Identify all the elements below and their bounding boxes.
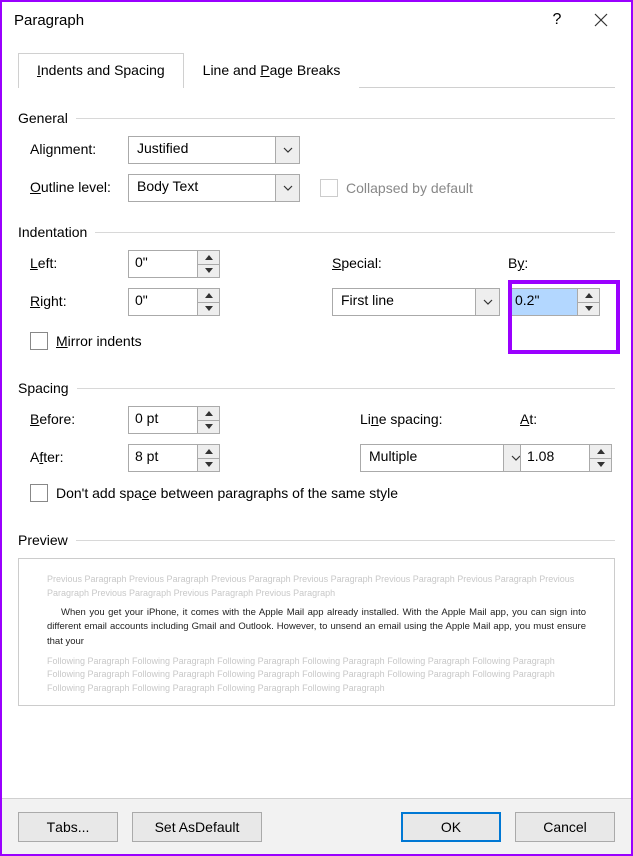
outline-level-combo[interactable]: Body Text — [128, 174, 300, 202]
spin-down-icon[interactable] — [198, 265, 219, 278]
indent-left-value: 0" — [129, 251, 197, 277]
dont-add-space-checkbox[interactable]: Don't add space between paragraphs of th… — [30, 484, 398, 502]
indent-left-label: Left: — [30, 255, 57, 271]
line-spacing-value: Multiple — [361, 445, 503, 471]
spacing-at-value: 1.08 — [521, 445, 589, 471]
indent-left-spinner[interactable]: 0" — [128, 250, 220, 278]
special-combo[interactable]: First line — [332, 288, 500, 316]
spin-down-icon[interactable] — [198, 459, 219, 472]
checkbox-box — [320, 179, 338, 197]
spin-down-icon[interactable] — [198, 421, 219, 434]
mirror-indents-checkbox[interactable]: Mirror indents — [30, 332, 142, 350]
tab-indents-spacing[interactable]: Indents and Spacing — [18, 53, 184, 88]
alignment-combo[interactable]: Justified — [128, 136, 300, 164]
spacing-at-label: At: — [520, 411, 537, 427]
indent-right-label: Right: — [30, 293, 67, 309]
spacing-before-value: 0 pt — [129, 407, 197, 433]
title-bar: Paragraph ? — [2, 2, 631, 38]
cancel-button[interactable]: Cancel — [515, 812, 615, 842]
alignment-value: Justified — [129, 137, 275, 163]
spin-up-icon[interactable] — [198, 289, 219, 303]
line-spacing-label: Line spacing: — [360, 411, 443, 427]
special-label: Special: — [332, 255, 382, 271]
mirror-indents-label: Mirror indents — [56, 333, 142, 349]
spacing-at-spinner[interactable]: 1.08 — [520, 444, 612, 472]
spin-down-icon[interactable] — [198, 303, 219, 316]
chevron-down-icon — [475, 289, 499, 315]
spacing-before-spinner[interactable]: 0 pt — [128, 406, 220, 434]
dont-add-space-label: Don't add space between paragraphs of th… — [56, 485, 398, 501]
indent-right-spinner[interactable]: 0" — [128, 288, 220, 316]
collapsed-default-checkbox: Collapsed by default — [320, 179, 473, 197]
indent-by-label: By: — [508, 255, 528, 271]
spin-up-icon[interactable] — [198, 407, 219, 421]
tab-line-page-breaks[interactable]: Line and Page Breaks — [184, 53, 360, 88]
set-as-default-button[interactable]: Set As Default — [132, 812, 262, 842]
spin-up-icon[interactable] — [198, 445, 219, 459]
spacing-before-label: Before: — [30, 411, 75, 427]
spacing-after-label: After: — [30, 449, 63, 465]
spin-up-icon[interactable] — [198, 251, 219, 265]
tab-strip: Indents and Spacing Line and Page Breaks — [18, 52, 615, 88]
preview-body-text: When you get your iPhone, it comes with … — [47, 606, 586, 649]
spacing-after-spinner[interactable]: 8 pt — [128, 444, 220, 472]
checkbox-box — [30, 332, 48, 350]
indentation-header-label: Indentation — [18, 224, 87, 240]
chevron-down-icon — [275, 175, 299, 201]
dialog-title: Paragraph — [14, 12, 84, 29]
ok-button[interactable]: OK — [401, 812, 501, 842]
preview-header-label: Preview — [18, 532, 68, 548]
checkbox-box — [30, 484, 48, 502]
collapsed-default-label: Collapsed by default — [346, 180, 473, 196]
section-general: General — [18, 110, 615, 126]
preview-following-text: Following Paragraph Following Paragraph … — [47, 655, 586, 696]
chevron-down-icon — [275, 137, 299, 163]
dialog-footer: Tabs... Set As Default OK Cancel — [2, 798, 631, 854]
spacing-after-value: 8 pt — [129, 445, 197, 471]
outline-level-label: Outline level: — [30, 179, 111, 195]
close-button[interactable] — [579, 5, 623, 35]
preview-area: Previous Paragraph Previous Paragraph Pr… — [18, 558, 615, 706]
spin-up-icon[interactable] — [590, 445, 611, 459]
section-spacing: Spacing — [18, 380, 615, 396]
preview-previous-text: Previous Paragraph Previous Paragraph Pr… — [47, 573, 586, 600]
close-icon — [594, 13, 608, 27]
tabs-button[interactable]: Tabs... — [18, 812, 118, 842]
help-button[interactable]: ? — [535, 5, 579, 35]
spacing-header-label: Spacing — [18, 380, 69, 396]
outline-level-value: Body Text — [129, 175, 275, 201]
highlighted-region — [508, 280, 620, 354]
indent-right-value: 0" — [129, 289, 197, 315]
section-preview: Preview — [18, 532, 615, 548]
line-spacing-combo[interactable]: Multiple — [360, 444, 528, 472]
special-value: First line — [333, 289, 475, 315]
alignment-label: Alignment: — [30, 141, 96, 157]
spin-down-icon[interactable] — [590, 459, 611, 472]
section-indentation: Indentation — [18, 224, 615, 240]
general-header-label: General — [18, 110, 68, 126]
